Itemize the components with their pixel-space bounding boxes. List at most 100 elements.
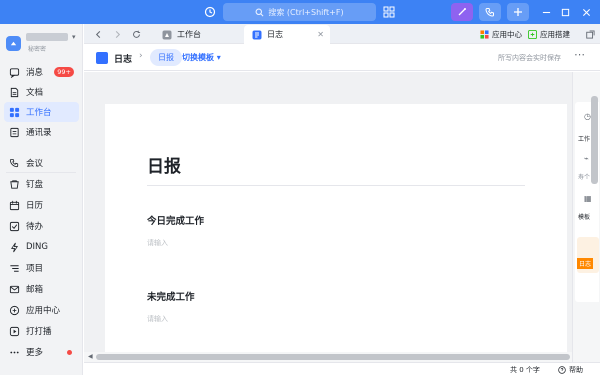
minimize-button[interactable] (539, 5, 553, 19)
sidebar-item-label: 钉盘 (26, 180, 44, 190)
sidebar-item-docs[interactable]: 文档 (4, 82, 79, 102)
scrollbar-thumb[interactable] (96, 354, 570, 360)
add-button[interactable] (507, 3, 529, 21)
sidebar-item-label: 项目 (26, 264, 44, 274)
todo-icon (9, 221, 20, 231)
log-icon (96, 52, 108, 64)
ai-assistant-button[interactable] (451, 3, 473, 21)
document-page: 日报 今日完成工作 请输入 未完成工作 请输入 (105, 104, 567, 352)
breadcrumb-separator: › (139, 51, 143, 61)
sidebar-item-workbench[interactable]: 工作台 (4, 102, 79, 122)
workbench-icon (9, 107, 20, 117)
sidebar-item-meeting[interactable]: 会议 (4, 153, 79, 173)
chevron-left-icon (95, 30, 100, 38)
document-icon (10, 87, 19, 97)
app-build-link[interactable]: 应用搭建 (528, 28, 570, 40)
calendar-icon (9, 200, 20, 210)
message-icon (9, 67, 20, 78)
sidebar-item-label: 文档 (26, 88, 44, 98)
forward-button[interactable] (111, 28, 123, 40)
sidebar-item-drive[interactable]: 钉盘 (4, 174, 79, 194)
sidebar-item-more[interactable]: 更多 (4, 342, 79, 362)
search-placeholder: 搜索 (Ctrl+Shift+F) (268, 7, 344, 17)
vertical-scrollbar-thumb[interactable] (591, 96, 598, 184)
org-subtitle: 秘密密 (28, 46, 47, 53)
sidebar-item-messages[interactable]: 消息 99+ (4, 62, 79, 82)
app-center-link[interactable]: 应用中心 (480, 28, 522, 40)
tab-workbench[interactable]: 工作台 (154, 25, 242, 44)
minimize-icon (542, 11, 550, 13)
sidebar-item-mail[interactable]: 邮箱 (4, 279, 79, 299)
right-panel-item[interactable]: 模板 (578, 212, 599, 221)
template-thumbnail[interactable]: 日志 (577, 237, 599, 273)
close-icon[interactable]: ✕ (317, 30, 324, 39)
horizontal-scrollbar[interactable]: ◀ ▶ (84, 352, 588, 362)
sidebar-item-contacts[interactable]: 通讯录 (4, 122, 79, 142)
clock-icon[interactable]: ◷ (584, 112, 591, 121)
section-title: 未完成工作 (147, 292, 195, 303)
sidebar: 秘密密 ▾ 消息 99+ 文档 工作台 通讯录 会议 钉盘 日历 待办 DING (0, 24, 83, 375)
close-button[interactable] (579, 5, 593, 19)
chevron-right-icon (115, 30, 120, 38)
sidebar-item-label: 消息 (26, 68, 44, 78)
back-button[interactable] (92, 28, 104, 40)
more-options-icon[interactable]: ⋯ (574, 48, 585, 61)
org-name-redacted (26, 33, 68, 41)
live-icon (9, 326, 20, 336)
sidebar-item-project[interactable]: 项目 (4, 258, 79, 278)
template-icon[interactable]: ▦ (584, 194, 592, 203)
template-chip[interactable]: 日报 (150, 49, 182, 66)
switch-template-button[interactable]: 切换模板 ▾ (182, 52, 221, 63)
app-center-icon (480, 29, 489, 39)
sidebar-item-app-center[interactable]: 应用中心 (4, 300, 79, 320)
tab-label: 日志 (267, 30, 283, 39)
search-input[interactable]: 搜索 (Ctrl+Shift+F) (223, 3, 376, 21)
section-input[interactable]: 请输入 (147, 238, 168, 248)
sidebar-item-calendar[interactable]: 日历 (4, 195, 79, 215)
ai-icon (458, 8, 466, 16)
open-window-button[interactable] (584, 28, 596, 40)
tab-bar: 工作台 日志 ✕ 应用中心 应用搭建 (84, 24, 600, 44)
project-icon (10, 264, 19, 272)
meeting-icon (9, 158, 19, 167)
sidebar-item-label: 打打播 (26, 327, 52, 337)
section-title: 今日完成工作 (147, 216, 205, 227)
thumbnail-label: 日志 (577, 258, 594, 269)
workbench-tab-icon (162, 30, 172, 39)
pin-icon[interactable]: ⌁ (584, 154, 589, 163)
refresh-button[interactable] (130, 28, 142, 40)
contacts-icon (10, 127, 19, 137)
sidebar-item-label: 日历 (26, 201, 44, 211)
maximize-button[interactable] (558, 5, 572, 19)
app-build-label: 应用搭建 (540, 29, 570, 39)
save-status: 所写内容会实时保存 (498, 54, 561, 62)
app-build-icon (528, 29, 537, 39)
help-button[interactable]: 帮助 (558, 365, 583, 375)
top-bar: 搜索 (Ctrl+Shift+F) (0, 0, 600, 24)
scroll-left-icon[interactable]: ◀ (88, 353, 93, 360)
history-icon[interactable] (204, 6, 216, 18)
status-bar: 共 0 个字 帮助 (84, 362, 600, 375)
phone-button[interactable] (479, 3, 501, 21)
open-window-icon (585, 29, 595, 39)
sidebar-item-label: 邮箱 (26, 285, 44, 295)
heading-divider (147, 185, 525, 186)
mail-icon (9, 285, 20, 293)
sidebar-item-label: 会议 (26, 159, 44, 169)
document-toolbar: 日志 › 日报 切换模板 ▾ 所写内容会实时保存 ⋯ (84, 45, 600, 71)
phone-icon (485, 8, 494, 17)
org-logo-icon (6, 36, 21, 51)
log-tab-icon (252, 30, 262, 39)
sidebar-item-ding[interactable]: DING (4, 237, 79, 257)
editor-canvas: 日报 今日完成工作 请输入 未完成工作 请输入 (84, 72, 572, 352)
sidebar-item-label: 更多 (26, 348, 44, 358)
tab-log[interactable]: 日志 ✕ (244, 25, 330, 44)
maximize-icon (561, 8, 569, 16)
app-center-icon (9, 305, 20, 315)
org-switcher[interactable]: 秘密密 ▾ (6, 30, 78, 56)
switch-template-label: 切换模板 (182, 53, 214, 62)
section-input[interactable]: 请输入 (147, 314, 168, 324)
sidebar-item-live[interactable]: 打打播 (4, 321, 79, 341)
grid-icon[interactable] (383, 6, 395, 18)
sidebar-item-todo[interactable]: 待办 (4, 216, 79, 236)
